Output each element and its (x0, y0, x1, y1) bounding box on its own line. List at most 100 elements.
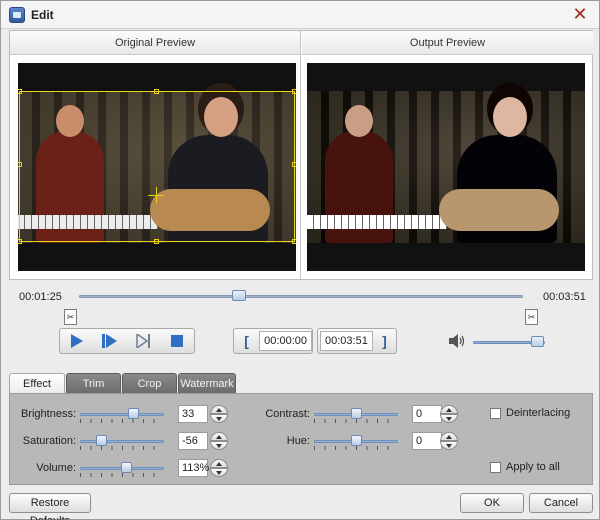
cancel-button[interactable]: Cancel (529, 493, 593, 513)
apply-to-all-checkbox[interactable] (490, 462, 501, 473)
start-time-field[interactable]: 00:00:00 (259, 331, 312, 351)
brightness-spinner[interactable] (210, 405, 228, 423)
spinner-down-icon[interactable] (210, 441, 228, 450)
slider-track (80, 440, 164, 443)
transport-buttons (59, 328, 195, 354)
seek-bar[interactable] (79, 295, 523, 298)
hue-thumb[interactable] (351, 435, 362, 446)
ok-button[interactable]: OK (460, 493, 524, 513)
next-frame-button[interactable] (127, 329, 161, 353)
hue-input[interactable]: 0 (412, 432, 442, 450)
total-time: 00:03:51 (543, 291, 586, 303)
trim-start-marker-icon[interactable]: ✂ (64, 309, 77, 325)
restore-defaults-button[interactable]: Restore Defaults (9, 493, 91, 520)
saturation-thumb[interactable] (96, 435, 107, 446)
crop-handle[interactable] (18, 162, 22, 167)
deinterlacing-checkbox[interactable] (490, 408, 501, 419)
slider-ticks (80, 473, 164, 477)
spinner-up-icon[interactable] (210, 432, 228, 441)
original-video[interactable] (18, 63, 296, 271)
end-point-group: 00:03:51 ] (317, 328, 397, 354)
spinner-up-icon[interactable] (210, 405, 228, 414)
tab-trim[interactable]: Trim (66, 373, 121, 393)
contrast-spinner[interactable] (440, 405, 458, 423)
effect-volume-slider[interactable] (80, 460, 164, 478)
spinner-down-icon[interactable] (210, 468, 228, 477)
spinner-up-icon[interactable] (210, 459, 228, 468)
spinner-down-icon[interactable] (440, 414, 458, 423)
spinner-up-icon[interactable] (440, 405, 458, 414)
output-preview-pane: Output Preview (302, 31, 593, 279)
playback-controls: 00:01:25 00:03:51 ✂ ✂ [ 00:00:00 00:03:5 (9, 280, 593, 366)
crop-handle[interactable] (292, 162, 296, 167)
output-video (307, 63, 585, 271)
start-point-group: [ 00:00:00 (233, 328, 313, 354)
crop-handle[interactable] (292, 89, 296, 94)
volume-input[interactable]: 113% (178, 459, 209, 477)
contrast-thumb[interactable] (351, 408, 362, 419)
volume-level-thumb[interactable] (121, 462, 132, 473)
output-frame (307, 91, 585, 243)
step-forward-button[interactable] (94, 329, 128, 353)
set-end-button[interactable]: ] (373, 329, 396, 353)
brightness-thumb[interactable] (128, 408, 139, 419)
close-icon[interactable]: ✕ (571, 5, 589, 23)
slider-ticks (80, 446, 164, 450)
step-forward-icon (102, 334, 118, 348)
preview-area: Original Preview Output Preview (9, 30, 593, 280)
contrast-slider[interactable] (314, 406, 398, 424)
saturation-slider[interactable] (80, 433, 164, 451)
set-start-button[interactable]: [ (234, 329, 259, 353)
volume-thumb[interactable] (531, 336, 544, 347)
saturation-label: Saturation: (22, 435, 76, 447)
tab-effect[interactable]: Effect (9, 373, 65, 394)
hue-spinner[interactable] (440, 432, 458, 450)
keyboard-figure (307, 215, 447, 229)
original-preview-header: Original Preview (10, 31, 300, 55)
seek-thumb[interactable] (232, 290, 246, 301)
deinterlacing-label: Deinterlacing (506, 407, 571, 419)
crop-frame[interactable] (18, 89, 296, 244)
crop-handle[interactable] (18, 89, 22, 94)
slider-ticks (314, 419, 398, 423)
output-preview-header: Output Preview (302, 31, 593, 55)
crop-center-crosshair (156, 187, 157, 203)
trim-end-marker-icon[interactable]: ✂ (525, 309, 538, 325)
slider-ticks (314, 446, 398, 450)
hue-slider[interactable] (314, 433, 398, 451)
contrast-input[interactable]: 0 (412, 405, 442, 423)
stop-button[interactable] (161, 329, 195, 353)
play-icon (70, 334, 83, 348)
tab-watermark[interactable]: Watermark (178, 373, 236, 393)
play-button[interactable] (60, 329, 94, 353)
app-icon (9, 7, 25, 23)
volume-label: Volume: (36, 462, 76, 474)
volume-icon[interactable] (449, 334, 465, 348)
hue-label: Hue: (286, 435, 310, 447)
spinner-up-icon[interactable] (440, 432, 458, 441)
spinner-down-icon[interactable] (440, 441, 458, 450)
crop-handle[interactable] (154, 89, 159, 94)
edit-dialog: Edit ✕ Original Preview Output Preview 0… (0, 0, 600, 520)
brightness-label: Brightness: (20, 408, 76, 420)
end-time-field[interactable]: 00:03:51 (320, 331, 373, 351)
next-frame-icon (136, 334, 150, 348)
effect-panel: Brightness: 33 Saturation: -56 Volume: 1… (9, 393, 593, 485)
saturation-input[interactable]: -56 (178, 432, 208, 450)
slider-ticks (80, 419, 164, 423)
stop-icon (171, 335, 184, 347)
crop-handle[interactable] (18, 239, 22, 244)
volume-spinner[interactable] (210, 459, 228, 477)
guitar-figure (439, 189, 559, 231)
original-preview-pane: Original Preview (10, 31, 301, 279)
spinner-down-icon[interactable] (210, 414, 228, 423)
window-title: Edit (31, 8, 54, 22)
brightness-input[interactable]: 33 (178, 405, 208, 423)
crop-handle[interactable] (292, 239, 296, 244)
tab-crop[interactable]: Crop (122, 373, 177, 393)
current-time: 00:01:25 (19, 291, 62, 303)
saturation-spinner[interactable] (210, 432, 228, 450)
title-bar: Edit ✕ (1, 1, 599, 29)
crop-handle[interactable] (154, 239, 159, 244)
brightness-slider[interactable] (80, 406, 164, 424)
